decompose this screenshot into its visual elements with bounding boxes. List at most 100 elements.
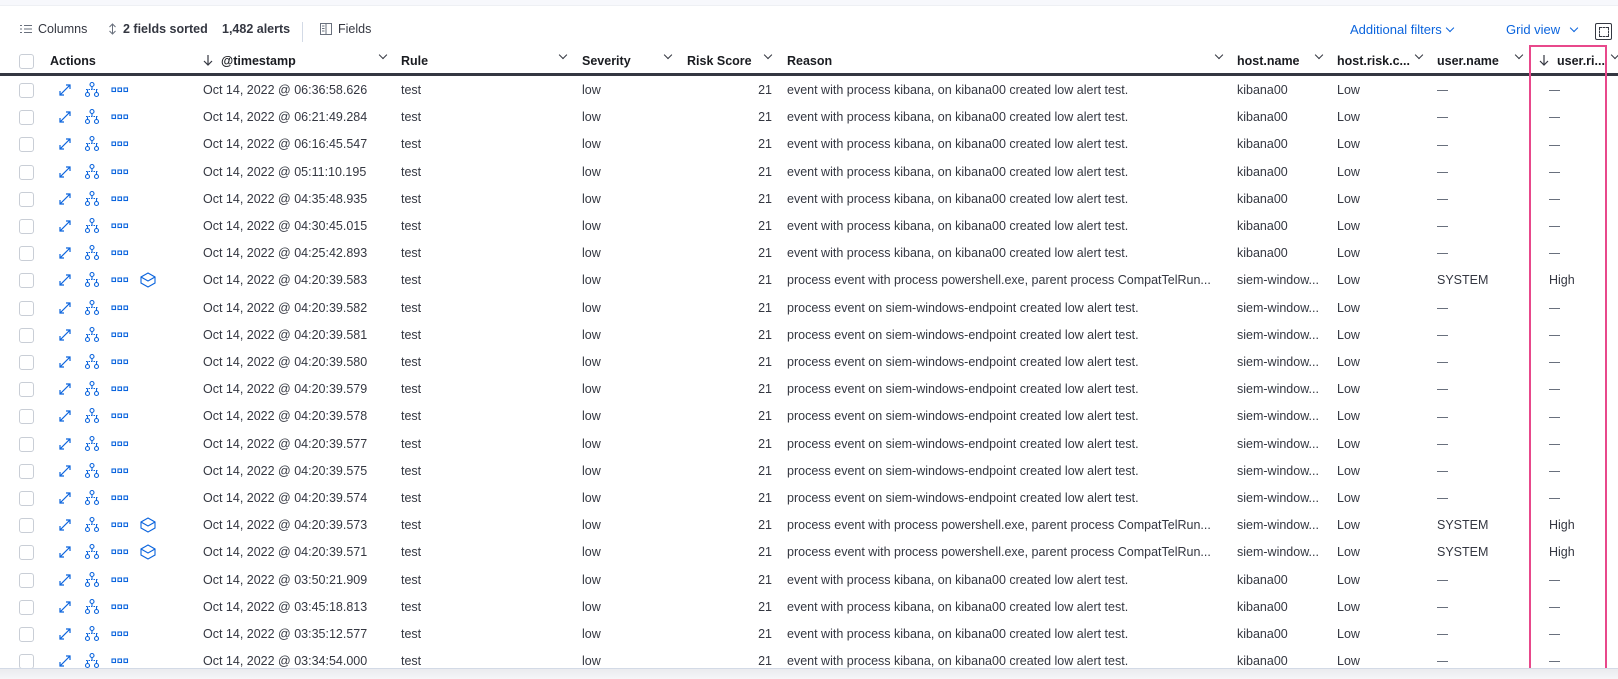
expand-icon[interactable]	[56, 271, 74, 289]
row-checkbox[interactable]	[19, 627, 34, 642]
row-checkbox[interactable]	[19, 654, 34, 670]
header-host-risk[interactable]: host.risk.c...	[1337, 48, 1410, 73]
more-actions-icon[interactable]	[111, 353, 129, 371]
row-checkbox[interactable]	[19, 518, 34, 534]
row-checkbox[interactable]	[19, 545, 34, 561]
select-all-checkbox[interactable]	[19, 54, 34, 69]
expand-icon[interactable]	[56, 516, 74, 534]
row-checkbox[interactable]	[19, 572, 34, 588]
row-checkbox[interactable]	[19, 191, 34, 207]
row-checkbox[interactable]	[19, 300, 34, 316]
expand-icon[interactable]	[56, 407, 74, 425]
row-checkbox[interactable]	[19, 83, 34, 98]
sort-fields-button[interactable]: 2 fields sorted	[108, 22, 208, 36]
more-actions-icon[interactable]	[111, 326, 129, 344]
expand-icon[interactable]	[56, 489, 74, 507]
row-checkbox[interactable]	[19, 327, 34, 343]
chevron-down-icon[interactable]	[1610, 50, 1618, 60]
more-actions-icon[interactable]	[111, 244, 129, 262]
more-actions-icon[interactable]	[111, 108, 129, 126]
expand-icon[interactable]	[56, 299, 74, 317]
more-actions-icon[interactable]	[111, 598, 129, 616]
more-actions-icon[interactable]	[111, 190, 129, 208]
more-actions-icon[interactable]	[111, 407, 129, 425]
more-actions-icon[interactable]	[111, 516, 129, 534]
row-checkbox[interactable]	[19, 219, 34, 234]
chevron-down-icon[interactable]	[558, 50, 568, 60]
analyze-graph-icon[interactable]	[83, 435, 101, 453]
more-actions-icon[interactable]	[111, 380, 129, 398]
analyze-graph-icon[interactable]	[83, 489, 101, 507]
more-actions-icon[interactable]	[111, 217, 129, 235]
expand-icon[interactable]	[56, 353, 74, 371]
chevron-down-icon[interactable]	[1514, 50, 1524, 60]
row-checkbox[interactable]	[19, 110, 34, 126]
row-checkbox[interactable]	[19, 491, 34, 506]
row-checkbox[interactable]	[19, 409, 34, 425]
header-timestamp[interactable]: @timestamp	[203, 48, 296, 73]
expand-icon[interactable]	[56, 598, 74, 616]
row-checkbox[interactable]	[19, 246, 34, 262]
row-checkbox[interactable]	[19, 599, 34, 615]
fullscreen-icon[interactable]	[1595, 23, 1612, 40]
analyze-graph-icon[interactable]	[83, 516, 101, 534]
session-view-icon[interactable]	[139, 543, 157, 561]
header-host-name[interactable]: host.name	[1237, 48, 1300, 73]
expand-icon[interactable]	[56, 326, 74, 344]
analyze-graph-icon[interactable]	[83, 543, 101, 561]
row-checkbox[interactable]	[19, 436, 34, 452]
header-reason[interactable]: Reason	[787, 48, 832, 73]
grid-view-button[interactable]: Grid view	[1506, 22, 1579, 37]
analyze-graph-icon[interactable]	[83, 462, 101, 480]
more-actions-icon[interactable]	[111, 489, 129, 507]
fields-button[interactable]: Fields	[320, 22, 371, 36]
expand-icon[interactable]	[56, 135, 74, 153]
more-actions-icon[interactable]	[111, 81, 129, 99]
row-checkbox[interactable]	[19, 137, 34, 153]
analyze-graph-icon[interactable]	[83, 326, 101, 344]
expand-icon[interactable]	[56, 163, 74, 181]
header-user-risk[interactable]: user.ri...	[1539, 48, 1605, 73]
chevron-down-icon[interactable]	[1414, 50, 1424, 60]
row-checkbox[interactable]	[19, 273, 34, 289]
analyze-graph-icon[interactable]	[83, 163, 101, 181]
row-checkbox[interactable]	[19, 382, 34, 398]
more-actions-icon[interactable]	[111, 462, 129, 480]
more-actions-icon[interactable]	[111, 435, 129, 453]
header-rule[interactable]: Rule	[401, 48, 428, 73]
expand-icon[interactable]	[56, 625, 74, 643]
expand-icon[interactable]	[56, 435, 74, 453]
expand-icon[interactable]	[56, 190, 74, 208]
chevron-down-icon[interactable]	[1314, 50, 1324, 60]
chevron-down-icon[interactable]	[663, 50, 673, 60]
row-checkbox[interactable]	[19, 355, 34, 370]
header-user-name[interactable]: user.name	[1437, 48, 1499, 73]
header-severity[interactable]: Severity	[582, 48, 631, 73]
header-risk-score[interactable]: Risk Score	[687, 48, 752, 73]
more-actions-icon[interactable]	[111, 571, 129, 589]
columns-button[interactable]: Columns	[20, 22, 87, 36]
analyze-graph-icon[interactable]	[83, 407, 101, 425]
analyze-graph-icon[interactable]	[83, 571, 101, 589]
session-view-icon[interactable]	[139, 271, 157, 289]
expand-icon[interactable]	[56, 571, 74, 589]
analyze-graph-icon[interactable]	[83, 244, 101, 262]
expand-icon[interactable]	[56, 380, 74, 398]
expand-icon[interactable]	[56, 108, 74, 126]
analyze-graph-icon[interactable]	[83, 190, 101, 208]
analyze-graph-icon[interactable]	[83, 299, 101, 317]
row-checkbox[interactable]	[19, 463, 34, 479]
analyze-graph-icon[interactable]	[83, 81, 101, 99]
chevron-down-icon[interactable]	[763, 50, 773, 60]
more-actions-icon[interactable]	[111, 135, 129, 153]
analyze-graph-icon[interactable]	[83, 625, 101, 643]
more-actions-icon[interactable]	[111, 299, 129, 317]
more-actions-icon[interactable]	[111, 625, 129, 643]
more-actions-icon[interactable]	[111, 163, 129, 181]
expand-icon[interactable]	[56, 217, 74, 235]
more-actions-icon[interactable]	[111, 271, 129, 289]
expand-icon[interactable]	[56, 244, 74, 262]
analyze-graph-icon[interactable]	[83, 598, 101, 616]
analyze-graph-icon[interactable]	[83, 271, 101, 289]
chevron-down-icon[interactable]	[378, 50, 388, 60]
